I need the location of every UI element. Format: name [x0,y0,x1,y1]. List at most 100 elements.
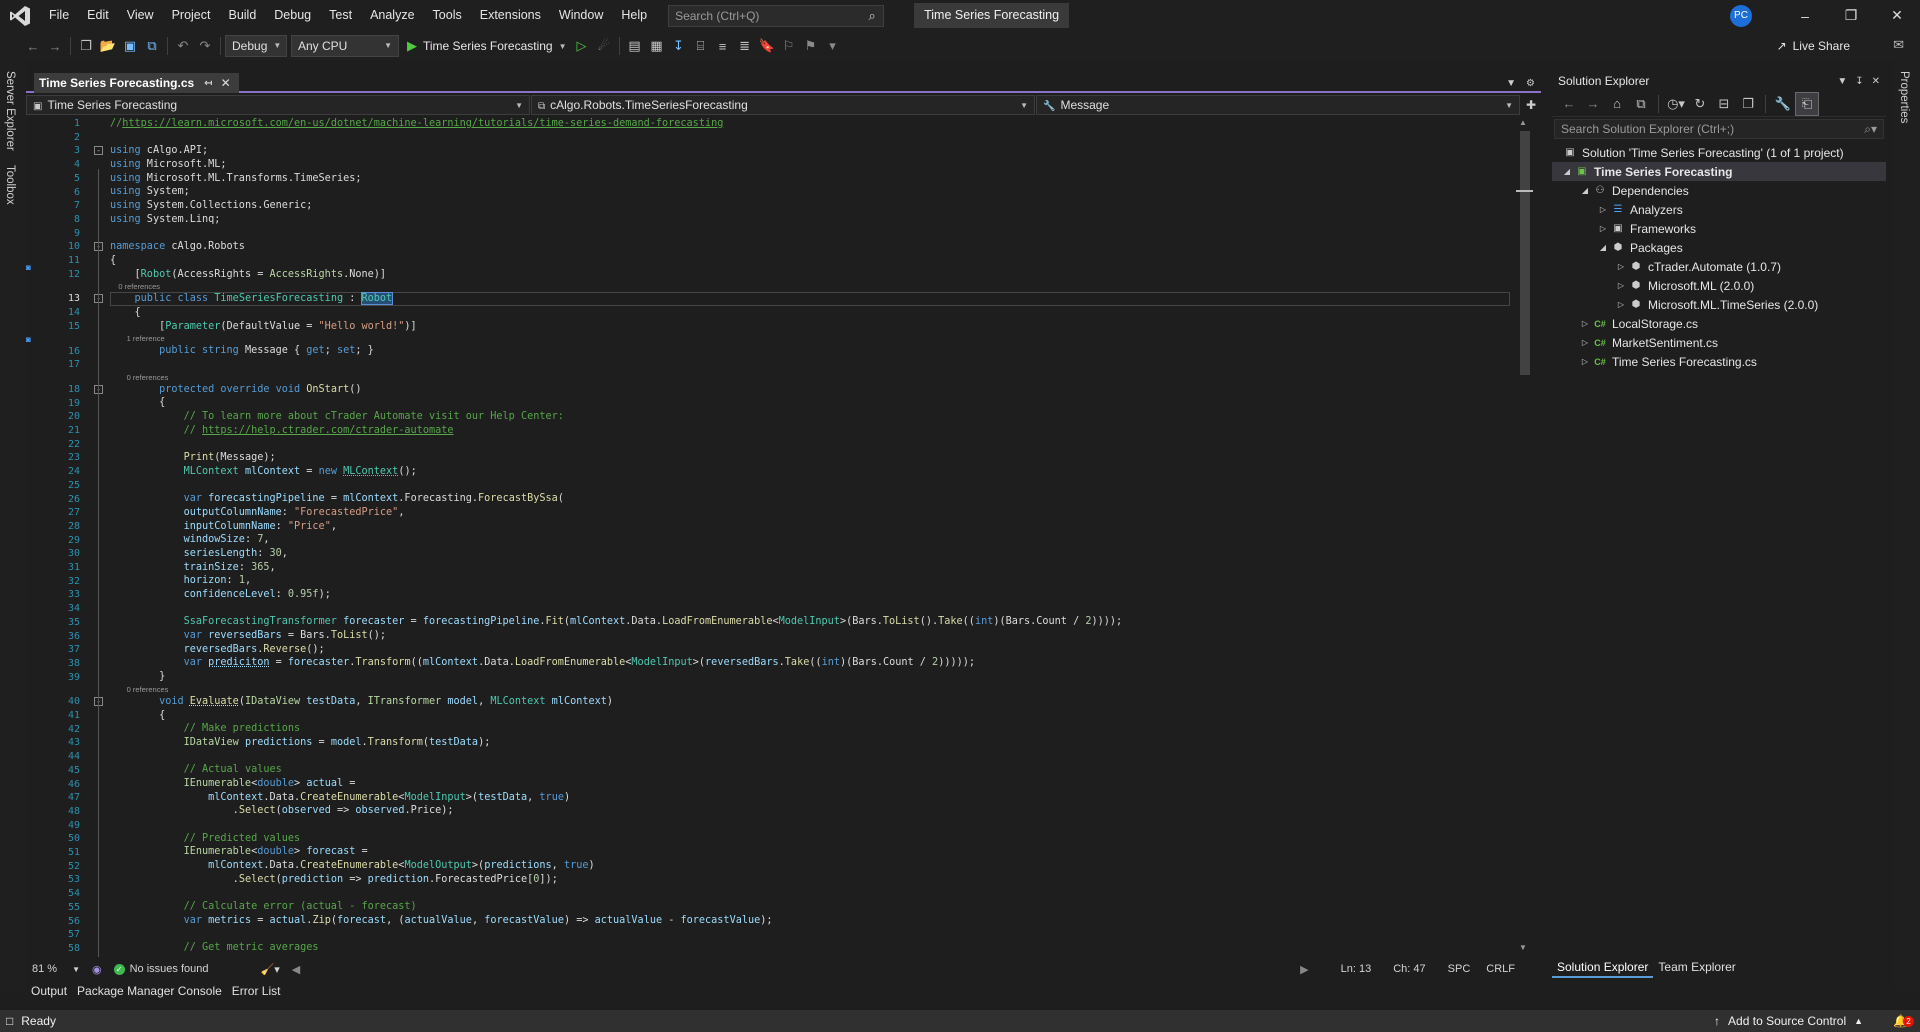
tree-item-file[interactable]: ▷ C# MarketSentiment.cs [1552,333,1886,352]
collapsed-arrow-icon[interactable]: ▷ [1614,281,1628,290]
code-text-area[interactable]: ◙ ◙ 1 2 3 4 5 6 7 8 9 10 11 12 13 14 15 16 17 18 19 20 21 22 2… [26,117,1516,957]
pending-changes-icon[interactable]: ◷▾ [1665,93,1687,115]
redo-icon[interactable]: ↷ [194,35,216,57]
menu-project[interactable]: Project [163,0,220,31]
collapsed-arrow-icon[interactable]: ▷ [1578,319,1592,328]
menu-tools[interactable]: Tools [424,0,471,31]
tab-team-explorer[interactable]: Team Explorer [1653,958,1740,978]
close-window-icon[interactable]: ✕ [1874,0,1920,31]
project-nav-dropdown[interactable]: ▣ Time Series Forecasting ▼ [26,95,530,115]
tree-item-dependencies[interactable]: ◢ ⚇ Dependencies [1552,181,1886,200]
tree-item-solution[interactable]: ▣ Solution 'Time Series Forecasting' (1 … [1552,143,1886,162]
preview-selected-icon[interactable]: ⎗ [1795,91,1819,116]
start-without-debugging-icon[interactable]: ▷ [571,35,593,57]
menu-file[interactable]: File [40,0,78,31]
tab-error-list[interactable]: Error List [227,984,286,998]
minimize-icon[interactable]: – [1782,0,1828,31]
previous-bookmark-icon[interactable]: ⚐ [778,35,800,57]
output-panel-icon[interactable]: □ [6,1014,13,1028]
menu-build[interactable]: Build [219,0,265,31]
add-to-source-control-button[interactable]: Add to Source Control [1728,1014,1846,1028]
collapsed-arrow-icon[interactable]: ▷ [1596,224,1610,233]
menu-edit[interactable]: Edit [78,0,118,31]
collapsed-arrow-icon[interactable]: ▷ [1596,205,1610,214]
collapsed-arrow-icon[interactable]: ▷ [1614,262,1628,271]
expanded-arrow-icon[interactable]: ◢ [1578,186,1592,195]
show-all-files-icon[interactable]: ❐ [1737,93,1759,115]
codelens-references[interactable]: 1 reference [110,333,1510,344]
toolbar-overflow-icon[interactable]: ▾ [822,35,844,57]
forward-icon[interactable]: → [1582,93,1604,115]
tab-solution-explorer[interactable]: Solution Explorer [1552,958,1654,978]
codelens-references[interactable]: 0 references [110,684,1510,695]
tree-item-package[interactable]: ▷ ⬢ cTrader.Automate (1.0.7) [1552,257,1886,276]
sync-icon[interactable]: ↻ [1689,93,1711,115]
close-icon[interactable]: ✕ [1872,76,1880,87]
layout-icon[interactable]: ▦ [646,35,668,57]
solution-search-input[interactable]: Search Solution Explorer (Ctrl+;) ⌕▾ [1554,119,1884,139]
member-nav-dropdown[interactable]: 🔧 Message ▼ [1036,95,1521,115]
menu-test[interactable]: Test [320,0,361,31]
comment-out-icon[interactable]: ≡ [712,35,734,57]
chevron-up-icon[interactable]: ▲ [1854,1016,1863,1026]
collapse-all-icon[interactable]: ⊟ [1713,93,1735,115]
switch-views-icon[interactable]: ⧉ [1630,93,1652,115]
server-explorer-tab[interactable]: Server Explorer [4,71,16,151]
pin-icon[interactable]: ↤ [204,78,212,89]
scroll-down-icon[interactable]: ▼ [1519,943,1527,952]
solution-platform-select[interactable]: Any CPU ▼ [291,35,399,57]
tab-output[interactable]: Output [26,984,72,998]
visual-studio-logo-icon[interactable] [0,0,40,31]
collapsed-arrow-icon[interactable]: ▷ [1578,357,1592,366]
settings-icon[interactable]: ⚙ [1526,78,1535,89]
account-avatar[interactable]: PC [1730,4,1752,27]
pin-icon[interactable]: ↧ [1855,76,1863,87]
tree-item-packages[interactable]: ◢ ⬢ Packages [1552,238,1886,257]
tab-package-manager-console[interactable]: Package Manager Console [72,984,227,998]
restore-icon[interactable]: ❐ [1828,0,1874,31]
close-tab-icon[interactable]: ✕ [221,76,231,90]
zoom-select[interactable]: 81 % ▼ [26,963,86,975]
document-tab[interactable]: Time Series Forecasting.cs ↤ ✕ [34,73,239,93]
split-window-icon[interactable]: ✚ [1521,98,1541,112]
collapsed-arrow-icon[interactable]: ▷ [1614,300,1628,309]
home-icon[interactable]: ⌂ [1606,93,1628,115]
code-lines[interactable]: //https://learn.microsoft.com/en-us/dotn… [110,117,1510,955]
collapse-region-icon[interactable]: - [94,146,103,156]
window-position-icon[interactable]: ▼ [1837,76,1847,87]
expanded-arrow-icon[interactable]: ◢ [1560,167,1574,176]
save-all-icon[interactable]: ⧉ [141,35,163,57]
next-bookmark-icon[interactable]: ⚑ [800,35,822,57]
menu-view[interactable]: View [118,0,163,31]
menu-debug[interactable]: Debug [265,0,320,31]
tree-item-package[interactable]: ▷ ⬢ Microsoft.ML (2.0.0) [1552,276,1886,295]
browse-icon[interactable]: ▤ [624,35,646,57]
code-link[interactable]: https://help.ctrader.com/ctrader-automat… [202,425,453,436]
tree-item-file[interactable]: ▷ C# Time Series Forecasting.cs [1552,352,1886,371]
undo-icon[interactable]: ↶ [172,35,194,57]
feedback-icon[interactable]: ✉ [1893,37,1904,53]
menu-help[interactable]: Help [612,0,656,31]
solution-configuration-select[interactable]: Debug ▼ [225,35,287,57]
code-cleanup-icon[interactable]: 🧹▾ [255,963,286,976]
properties-icon[interactable]: 🔧 [1772,93,1794,115]
tree-item-file[interactable]: ▷ C# LocalStorage.cs [1552,314,1886,333]
line-indicator[interactable]: Ln: 13 [1335,963,1378,975]
notifications-icon[interactable]: 🔔 2 [1893,1014,1914,1028]
forward-icon[interactable]: → [44,35,66,57]
code-link[interactable]: https://learn.microsoft.com/en-us/dotnet… [122,118,723,129]
global-search-input[interactable]: Search (Ctrl+Q) ⌕ [668,4,885,27]
open-file-icon[interactable]: 📂 [97,35,119,57]
copilot-icon[interactable]: ◉ [86,963,108,976]
live-share-button[interactable]: ↗ Live Share [1777,31,1850,61]
tree-item-project[interactable]: ◢ ▣ Time Series Forecasting [1552,162,1886,181]
line-ending-indicator[interactable]: CRLF [1480,963,1521,975]
back-icon[interactable]: ← [1558,93,1580,115]
tree-item-analyzers[interactable]: ▷ ☰ Analyzers [1552,200,1886,219]
step-icon[interactable]: ↧ [668,35,690,57]
scrollbar-thumb[interactable] [1520,131,1530,375]
tab-list-dropdown-icon[interactable]: ▼ [1506,78,1516,89]
type-nav-dropdown[interactable]: ⧉ cAlgo.Robots.TimeSeriesForecasting ▼ [531,95,1035,115]
tree-item-package[interactable]: ▷ ⬢ Microsoft.ML.TimeSeries (2.0.0) [1552,295,1886,314]
hot-reload-icon[interactable]: ☄ [593,35,615,57]
